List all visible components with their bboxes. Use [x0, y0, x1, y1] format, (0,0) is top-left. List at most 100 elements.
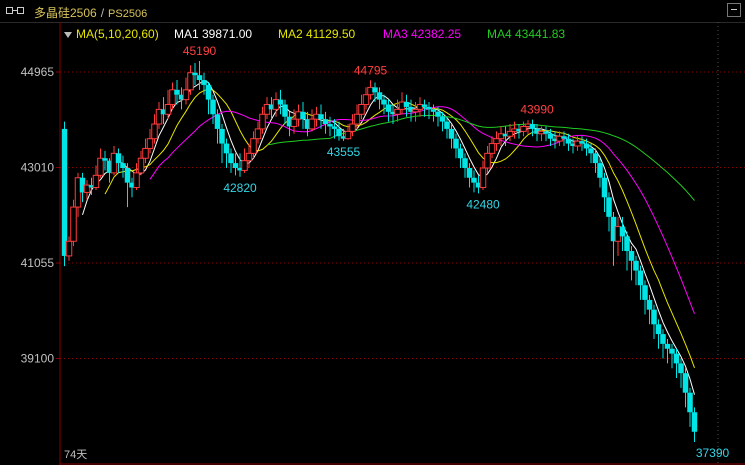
candle-body	[65, 240, 73, 257]
candle-body	[187, 72, 194, 91]
candle-body	[250, 138, 257, 154]
candle-body	[601, 177, 608, 198]
candle-body	[196, 75, 203, 81]
candle-body	[678, 363, 684, 374]
candle-body	[282, 104, 288, 117]
candle-body	[318, 114, 324, 120]
candle-body	[205, 84, 212, 100]
candle-body	[426, 106, 432, 110]
candle-body	[164, 103, 172, 115]
candle-body	[619, 226, 626, 237]
candle-body	[394, 108, 401, 115]
candle-body	[448, 128, 455, 139]
candle-body	[133, 172, 140, 189]
candle-body	[565, 138, 572, 144]
candle-body	[466, 167, 473, 178]
candle-body	[376, 92, 383, 100]
candle-body	[597, 163, 603, 178]
candle-body	[223, 143, 230, 154]
candle-body	[687, 392, 693, 413]
low-price-label: 43555	[327, 145, 361, 159]
candle-body	[583, 143, 590, 149]
moving-average-lines	[82, 79, 695, 395]
candle-body	[214, 114, 221, 129]
candle-body	[579, 141, 585, 144]
candle-body	[192, 72, 198, 76]
candle-body	[543, 131, 549, 134]
candle-body	[655, 324, 662, 335]
candle-body	[120, 163, 126, 168]
ma2-line	[104, 88, 695, 368]
candle-body	[241, 160, 248, 171]
candle-body	[124, 167, 131, 183]
candle-body	[529, 124, 536, 129]
candle-body	[151, 123, 158, 140]
candle-body	[606, 197, 612, 217]
candle-body	[453, 138, 459, 149]
candle-body	[115, 153, 122, 164]
candle-body	[362, 94, 370, 105]
candle-body	[435, 111, 441, 117]
candle-body	[664, 343, 671, 349]
low-price-label: 37390	[696, 446, 730, 460]
candle-body	[146, 138, 154, 149]
high-price-label: 44795	[354, 63, 388, 77]
candle-body	[592, 153, 599, 164]
candle-body	[642, 285, 648, 300]
candle-body	[358, 103, 365, 115]
candle-body	[228, 153, 234, 164]
candle-body	[637, 270, 644, 286]
candle-body	[506, 130, 514, 137]
ma3-line	[149, 106, 695, 314]
candle-down	[196, 61, 203, 90]
candle-up	[308, 109, 316, 132]
candle-body	[92, 174, 100, 189]
candle-body	[308, 118, 316, 130]
candle-body	[520, 125, 527, 132]
candle-body	[493, 138, 500, 145]
candle-body	[142, 147, 149, 159]
candle-body	[70, 206, 77, 242]
y-tick-label: 39100	[21, 352, 55, 366]
candle-body	[219, 128, 225, 144]
candle-body	[245, 152, 253, 162]
candle-body	[669, 348, 675, 354]
y-tick-label: 44965	[21, 65, 55, 79]
candle-up	[97, 148, 104, 178]
candle-body	[385, 104, 392, 112]
candle-body	[290, 118, 298, 127]
candles	[61, 61, 698, 443]
candle-body	[336, 128, 342, 137]
candle-body	[457, 148, 464, 159]
candlestick-chart[interactable]: 4496543010410553910074天 4519044795439904…	[0, 0, 745, 465]
candle-body	[201, 80, 207, 85]
candle-body	[673, 353, 680, 364]
high-price-label: 43990	[520, 103, 554, 117]
candle-body	[547, 133, 554, 139]
candle-body	[349, 123, 356, 132]
y-tick-label: 43010	[21, 161, 55, 175]
candle-body	[660, 334, 666, 344]
candle-body	[232, 163, 239, 168]
candle-body	[137, 157, 145, 174]
candle-body	[421, 104, 428, 107]
ma1-line	[82, 79, 695, 395]
candle-body	[624, 236, 630, 252]
candle-body	[444, 121, 450, 129]
candle-body	[646, 299, 653, 310]
candle-body	[479, 167, 487, 189]
candle-body	[353, 113, 361, 125]
candle-body	[327, 124, 333, 127]
candle-body	[97, 157, 104, 176]
candle-body	[462, 158, 468, 168]
candle-body	[484, 152, 491, 169]
candle-body	[471, 177, 477, 183]
price-grid: 44965 43010 41055 39100 74天	[21, 22, 745, 465]
candle-body	[174, 89, 180, 95]
candle-body	[259, 113, 266, 130]
candle-body	[372, 87, 378, 93]
low-price-label: 42480	[466, 197, 500, 211]
candle-body	[633, 260, 639, 271]
candle-body	[344, 130, 352, 140]
candle-body	[61, 128, 68, 256]
